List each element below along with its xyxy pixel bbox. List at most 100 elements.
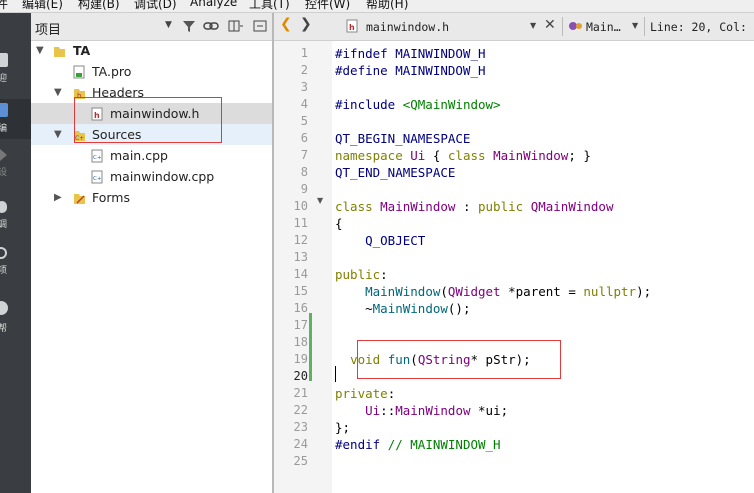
pro-file-icon: [73, 65, 85, 79]
file-dropdown-icon[interactable]: ▼: [530, 21, 536, 30]
back-arrow-icon[interactable]: ❮: [280, 16, 292, 32]
code-token: ::: [380, 403, 396, 418]
code-line: #ifndef MAINWINDOW_H: [335, 45, 486, 62]
tree-item-forms[interactable]: ▶ Forms: [31, 187, 272, 208]
menu-edit[interactable]: 编辑(E): [22, 0, 63, 12]
close-file-icon[interactable]: ✕: [544, 17, 556, 33]
tree-item-label: TA: [73, 43, 91, 58]
line-number: 3: [300, 80, 308, 94]
line-number: 19: [293, 352, 308, 366]
code-line: class MainWindow : public QMainWindow: [335, 198, 613, 215]
line-number: 17: [293, 318, 308, 332]
code-token: Ui: [410, 148, 426, 163]
menu-item-partial[interactable]: 件: [0, 0, 8, 12]
line-number: 1: [300, 46, 308, 60]
mode-welcome[interactable]: 迎: [0, 53, 31, 84]
mode-debug[interactable]: 调: [0, 201, 31, 233]
cursor-position[interactable]: Line: 20, Col:: [650, 20, 747, 34]
mode-selector-bar: 迎 编 设 调 项 帮: [0, 13, 31, 493]
code-token: <QMainWindow>: [402, 97, 501, 112]
mode-design[interactable]: 设: [0, 149, 31, 179]
expand-arrow-icon[interactable]: ▶: [54, 187, 62, 208]
mode-edit[interactable]: 编: [0, 99, 31, 139]
menu-tools[interactable]: 工具(T): [249, 0, 290, 12]
menu-help[interactable]: 帮助(H): [366, 0, 408, 12]
line-number: 25: [293, 454, 308, 468]
tree-item-root[interactable]: ▼ TA: [31, 40, 272, 61]
code-token: QT_END_NAMESPACE: [335, 165, 456, 180]
code-line: namespace Ui { class MainWindow; }: [335, 147, 591, 164]
changed-lines-marker: [309, 313, 312, 381]
line-number: 4: [300, 97, 308, 111]
code-token: :: [380, 267, 388, 282]
highlight-box-file: [74, 97, 222, 143]
code-token: #include: [335, 97, 403, 112]
code-token: QMainWindow: [530, 199, 614, 214]
project-panel-header: 项目 ▼: [31, 13, 272, 41]
menu-build[interactable]: 构建(B): [78, 0, 120, 12]
mode-debug-label: 调: [0, 220, 8, 230]
code-token: class: [447, 148, 494, 163]
menu-analyze[interactable]: Analyze: [190, 0, 237, 9]
code-line: {: [335, 215, 343, 232]
line-number: 2: [300, 63, 308, 77]
line-number: 10: [293, 199, 308, 213]
line-number: 15: [293, 284, 308, 298]
code-token: #define MAINWINDOW_H: [335, 63, 486, 78]
tree-item-pro[interactable]: TA.pro: [31, 61, 272, 82]
collapse-arrow-icon[interactable]: ▼: [54, 124, 62, 145]
menubar: 件 编辑(E) 构建(B) 调试(D) Analyze 工具(T) 控件(W) …: [0, 0, 754, 13]
code-token: MainWindow: [372, 301, 448, 316]
code-line: MainWindow(QWidget *parent = nullptr);: [335, 283, 651, 300]
symbol-dropdown-icon[interactable]: ▼: [632, 21, 638, 30]
code-token: (: [410, 352, 418, 367]
link-icon[interactable]: [203, 19, 219, 33]
toolbar-divider: [644, 17, 645, 36]
open-file-name[interactable]: mainwindow.h: [366, 20, 449, 34]
code-token: (: [440, 284, 448, 299]
code-token: private: [335, 386, 388, 401]
text-cursor: [335, 366, 336, 382]
mode-project[interactable]: 项: [0, 247, 31, 281]
forms-folder-icon: [74, 194, 85, 204]
collapse-arrow-icon[interactable]: ▼: [36, 40, 44, 61]
mode-edit-label: 编: [0, 124, 8, 134]
code-token: nullptr: [583, 284, 637, 299]
code-token: MainWindow: [365, 284, 441, 299]
svg-text:C+: C+: [93, 155, 102, 161]
close-panel-icon[interactable]: [253, 19, 267, 33]
code-token: {: [425, 148, 448, 163]
line-number: 24: [293, 437, 308, 451]
tree-item-main-cpp[interactable]: C+ main.cpp: [31, 145, 272, 166]
tree-item-mainwindow-cpp[interactable]: C+ mainwindow.cpp: [31, 166, 272, 187]
code-line: };: [335, 419, 350, 436]
mode-project-label: 项: [0, 266, 8, 276]
collapse-arrow-icon[interactable]: ▼: [54, 82, 62, 103]
line-number: 16: [293, 301, 308, 315]
view-dropdown-icon[interactable]: ▼: [165, 20, 172, 30]
menu-debug[interactable]: 调试(D): [134, 0, 177, 12]
symbol-selector[interactable]: Main…: [586, 20, 621, 34]
project-tree: ▼ TA TA.pro ▼ h Headers h mainwindow.h ▼…: [31, 41, 272, 493]
mode-design-label: 设: [0, 168, 8, 178]
code-token: MainWindow: [380, 199, 456, 214]
code-token: Ui: [365, 403, 381, 418]
editor-toolbar: ❮ ❯ h mainwindow.h ▼ ✕ Main… ▼ Line: 20,…: [274, 13, 754, 41]
menu-controls[interactable]: 控件(W): [305, 0, 350, 12]
code-editor[interactable]: #ifndef MAINWINDOW_H #define MAINWINDOW_H…: [332, 41, 754, 493]
mode-help[interactable]: 帮: [0, 301, 31, 337]
split-icon[interactable]: [228, 19, 244, 33]
code-token: };: [335, 420, 351, 435]
fold-marker-icon[interactable]: ▼: [317, 196, 323, 205]
code-token: QWidget: [447, 284, 501, 299]
code-token: QString: [417, 352, 471, 367]
forward-arrow-icon[interactable]: ❯: [300, 16, 312, 32]
line-number: 6: [300, 131, 308, 145]
code-token: MainWindow: [493, 148, 569, 163]
code-line: ~MainWindow();: [335, 300, 470, 317]
code-token: {: [335, 216, 343, 231]
filter-icon[interactable]: [182, 19, 196, 33]
